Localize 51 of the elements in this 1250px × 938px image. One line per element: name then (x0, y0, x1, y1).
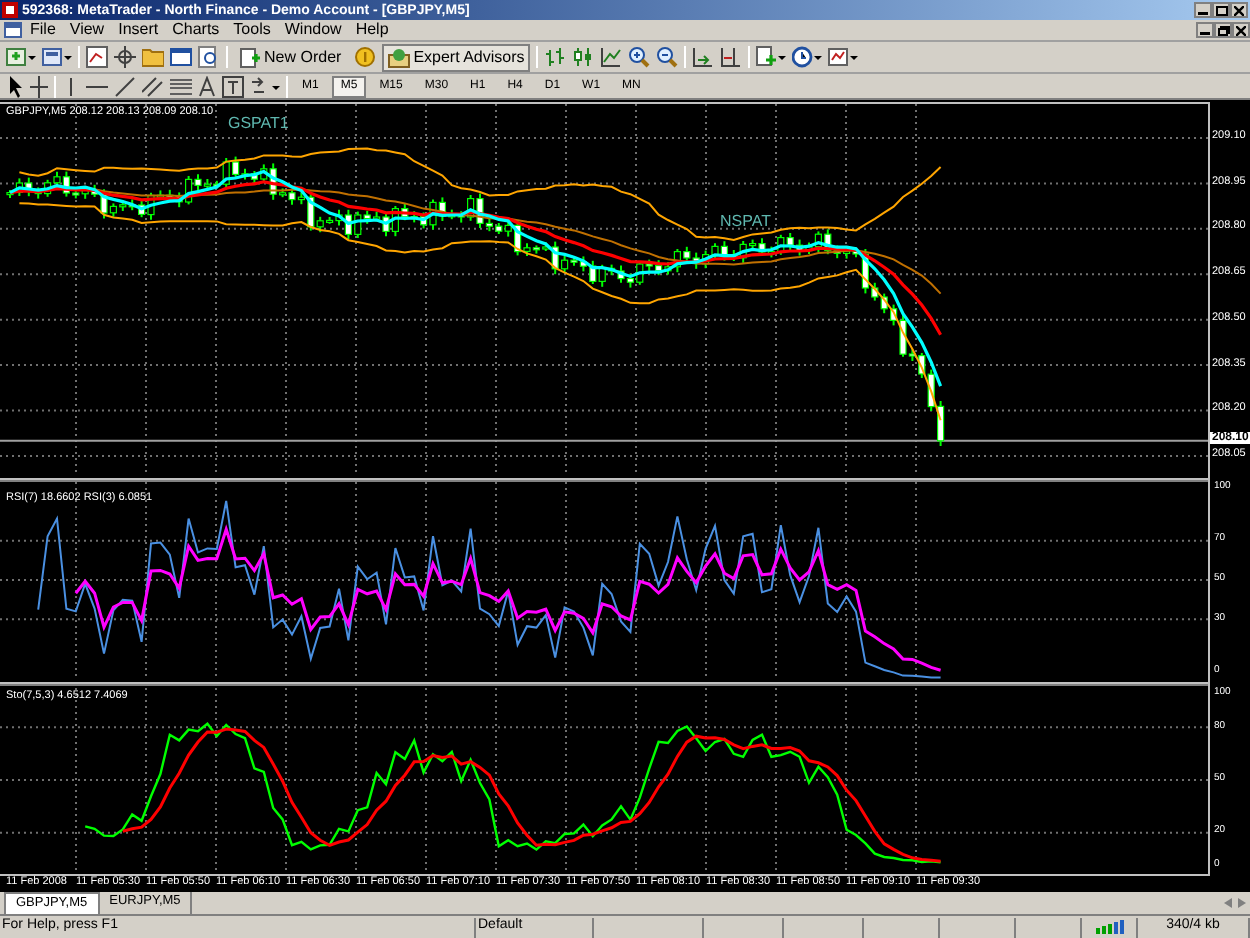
clock-icon[interactable] (792, 46, 823, 68)
menu-item[interactable]: Insert (114, 22, 163, 38)
restore-button[interactable] (1214, 22, 1232, 38)
expert-advisors-button[interactable]: Expert Advisors (381, 43, 531, 71)
magnifier-icon[interactable] (198, 46, 220, 68)
minimize-button[interactable] (1194, 2, 1212, 18)
crosshair-icon[interactable] (30, 75, 48, 97)
text-icon[interactable] (198, 75, 216, 97)
new-order-button[interactable]: New Order (234, 43, 348, 71)
document-icon (4, 22, 22, 38)
minimize-button[interactable] (1196, 22, 1214, 38)
cursor-icon[interactable] (6, 75, 24, 97)
auto-scroll-icon[interactable] (692, 46, 715, 68)
zoom-out-icon[interactable] (656, 46, 679, 68)
scroll-left-icon[interactable] (1224, 898, 1232, 908)
close-button[interactable] (1230, 2, 1248, 18)
bar-chart-icon[interactable] (544, 46, 567, 68)
profiles-icon[interactable] (42, 46, 72, 68)
scroll-right-icon[interactable] (1238, 898, 1246, 908)
document-plus-icon (240, 47, 260, 67)
label-icon[interactable] (222, 75, 244, 97)
pattern-label: GSPAT1 (228, 116, 289, 132)
template-icon[interactable] (828, 46, 859, 68)
trendline-icon[interactable] (114, 75, 136, 97)
market-watch-icon[interactable] (86, 46, 108, 68)
arrows-icon[interactable] (250, 75, 280, 97)
close-button[interactable] (1232, 22, 1250, 38)
coin-icon[interactable] (353, 46, 376, 68)
window-icon[interactable] (170, 46, 192, 68)
chart-shift-icon[interactable] (720, 46, 743, 68)
line-chart-icon[interactable] (600, 46, 623, 68)
maximize-button[interactable] (1212, 2, 1230, 18)
menu-item[interactable]: Window (280, 22, 346, 38)
fibonacci-icon[interactable] (170, 75, 192, 97)
toolbox-icon (387, 47, 410, 67)
new-chart-icon[interactable] (6, 46, 36, 68)
pattern-label: NSPAT (720, 214, 771, 230)
menu-item[interactable]: Help (351, 22, 393, 38)
add-indicator-icon[interactable] (756, 46, 787, 68)
minimize-icon (1198, 12, 1208, 16)
menu-item[interactable]: File (26, 22, 60, 38)
menu-item[interactable]: Charts (168, 22, 224, 38)
connection-icon (1095, 920, 1123, 934)
zoom-in-icon[interactable] (628, 46, 651, 68)
app-icon (2, 2, 18, 18)
menu-item[interactable]: Tools (229, 22, 275, 38)
minimize-icon (1200, 32, 1210, 36)
crosshair-icon[interactable] (114, 46, 136, 68)
candlestick-icon[interactable] (572, 46, 595, 68)
channel-icon[interactable] (142, 75, 164, 97)
menu-item[interactable]: View (65, 22, 109, 38)
